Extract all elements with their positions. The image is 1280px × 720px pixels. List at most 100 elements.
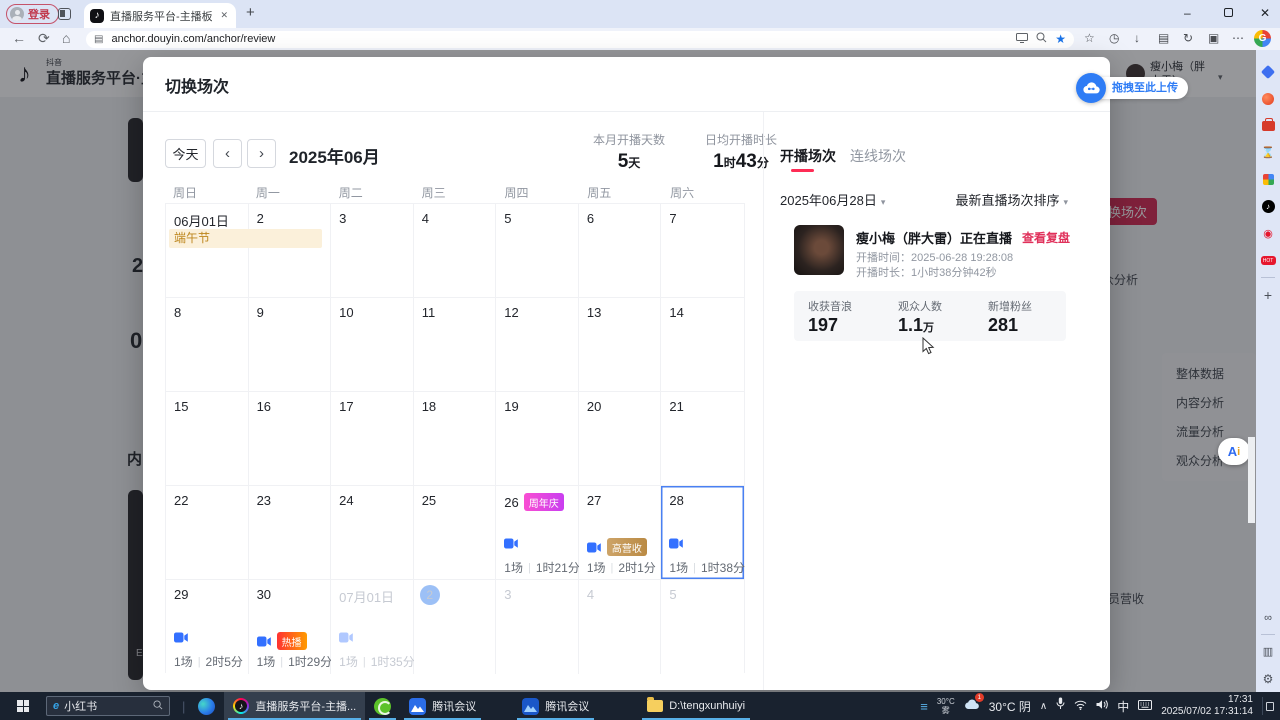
taskbar-search-input[interactable]: e 小红书 [46, 696, 170, 716]
browser-login-button[interactable]: 登录 [6, 4, 59, 24]
calendar-day-cell[interactable]: 5 [661, 580, 744, 674]
calendar-day-cell[interactable]: 5 [496, 204, 579, 298]
calendar-day-cell[interactable]: 16 [249, 392, 332, 486]
prev-month-button[interactable]: ‹ [213, 139, 242, 168]
address-bar[interactable]: ▤ anchor.douyin.com/anchor/review ★ [86, 31, 1074, 48]
weather-cloud-icon[interactable]: 1 [964, 697, 980, 715]
calendar-day-cell[interactable]: 11 [414, 298, 497, 392]
reading-list-icon[interactable]: ▤ [1158, 31, 1169, 45]
cast-icon[interactable] [1016, 33, 1028, 46]
calendar-day-cell[interactable]: 26周年庆1场|1时21分 [496, 486, 579, 580]
scrollbar-thumb[interactable] [1248, 437, 1255, 523]
workspace-icon[interactable]: ▣ [1208, 31, 1219, 45]
calendar-day-cell[interactable]: 4 [414, 204, 497, 298]
browser-tab[interactable]: ♪ 直播服务平台-主播板 ✕ [84, 3, 236, 28]
calendar-day-cell[interactable]: 6 [579, 204, 662, 298]
site-info-icon[interactable]: ▤ [94, 34, 103, 45]
settings-gear-icon[interactable]: ⚙ [1256, 665, 1280, 692]
calendar-day-cell[interactable]: 8 [166, 298, 249, 392]
calendar-day-cell[interactable]: 22 [166, 486, 249, 580]
new-tab-button[interactable]: + [246, 4, 255, 21]
calendar-day-cell[interactable]: 2 [249, 204, 332, 298]
url-text[interactable]: anchor.douyin.com/anchor/review [111, 33, 1008, 45]
taskbar-app-edge[interactable] [189, 692, 224, 720]
profile-avatar[interactable]: G [1254, 30, 1271, 47]
tag-icon[interactable] [1256, 58, 1280, 85]
calendar-day-cell[interactable]: 3 [496, 580, 579, 674]
calendar-day-cell[interactable]: 281场|1时38分 [661, 486, 744, 580]
calendar-day-cell[interactable]: 4 [579, 580, 662, 674]
calendar-day-cell[interactable]: 20 [579, 392, 662, 486]
favorites-icon[interactable]: ☆ [1084, 31, 1095, 45]
calendar-day-cell[interactable]: 30热播1场|1时29分 [249, 580, 332, 674]
calendar-day-cell[interactable]: 19 [496, 392, 579, 486]
home-icon[interactable]: ⌂ [62, 30, 70, 46]
calendar-day-cell[interactable]: 12 [496, 298, 579, 392]
back-icon[interactable]: ← [12, 30, 26, 46]
tab-live-sessions[interactable]: 开播场次 [780, 146, 836, 166]
calendar-day-cell[interactable]: 3 [331, 204, 414, 298]
calendar-day-cell[interactable]: 2 [414, 580, 497, 674]
wifi-icon[interactable] [1074, 697, 1087, 715]
calendar-day-cell[interactable]: 15 [166, 392, 249, 486]
glasses-icon[interactable]: ∞ [1256, 604, 1280, 631]
calendar-day-cell[interactable]: 06月01日端午节 [166, 204, 249, 298]
weather-main[interactable]: 30°C 阴 [989, 698, 1031, 715]
bookmark-star-icon[interactable]: ★ [1055, 32, 1066, 46]
window-restore-button[interactable] [1224, 8, 1233, 17]
date-filter-dropdown[interactable]: 2025年06月28日▾ [780, 190, 885, 209]
calendar-day-cell[interactable]: 14 [661, 298, 744, 392]
toolbox-icon[interactable] [1256, 112, 1280, 139]
tab-close-icon[interactable]: ✕ [218, 8, 230, 23]
hourglass-icon[interactable]: ⌛ [1256, 139, 1280, 166]
sync-icon[interactable]: ↻ [1183, 31, 1193, 45]
window-minimize-button[interactable]: – [1184, 6, 1191, 20]
apps-grid-icon[interactable] [1256, 166, 1280, 193]
tab-group-icon[interactable] [58, 8, 71, 20]
calendar-day-cell[interactable]: 17 [331, 392, 414, 486]
tray-menu-icon[interactable]: ≡ [920, 699, 928, 714]
history-icon[interactable]: ◷ [1109, 31, 1119, 45]
calendar-day-cell[interactable]: 10 [331, 298, 414, 392]
today-button[interactable]: 今天 [165, 139, 206, 168]
calendar-day-cell[interactable]: 23 [249, 486, 332, 580]
red-pill-icon[interactable]: HOT [1256, 247, 1280, 274]
start-button[interactable] [0, 692, 46, 720]
taskbar-app-live-platform[interactable]: 直播服务平台-主播... [224, 692, 365, 720]
calendar-day-cell[interactable]: 25 [414, 486, 497, 580]
calendar-day-cell[interactable]: 9 [249, 298, 332, 392]
view-replay-link[interactable]: 查看复盘 [1022, 229, 1070, 246]
keyboard-icon[interactable] [1138, 697, 1152, 715]
add-shortcut-icon[interactable]: + [1256, 281, 1280, 308]
weibo-icon[interactable]: ◉ [1256, 220, 1280, 247]
zoom-icon[interactable] [1036, 32, 1047, 46]
tiktok-icon[interactable]: ♪ [1256, 193, 1280, 220]
calendar-day-cell[interactable]: 27高营收1场|2时1分 [579, 486, 662, 580]
calendar-day-cell[interactable]: 13 [579, 298, 662, 392]
taskbar-app-green[interactable] [365, 692, 400, 720]
next-month-button[interactable]: › [247, 139, 276, 168]
calendar-day-cell[interactable]: 7 [661, 204, 744, 298]
microphone-icon[interactable] [1056, 697, 1065, 715]
notification-center-button[interactable] [1262, 697, 1276, 715]
speaker-icon[interactable] [1096, 697, 1108, 715]
refresh-icon[interactable]: ⟳ [38, 30, 50, 47]
calendar-day-cell[interactable]: 18 [414, 392, 497, 486]
tray-expand-icon[interactable]: ∧ [1040, 701, 1047, 712]
ai-assistant-button[interactable]: Ai [1218, 438, 1250, 465]
taskbar-clock[interactable]: 17:312025/07/02 17:31:14 [1161, 694, 1253, 718]
taskbar-app-folder[interactable]: D:\tengxunhuiyi [638, 692, 754, 720]
calendar-day-cell[interactable]: 24 [331, 486, 414, 580]
more-menu-icon[interactable]: ⋯ [1232, 31, 1244, 45]
panel-toggle-icon[interactable]: ▥ [1256, 638, 1280, 665]
calendar-day-cell[interactable]: 21 [661, 392, 744, 486]
calendar-day-cell[interactable]: 291场|2时5分 [166, 580, 249, 674]
sort-dropdown[interactable]: 最新直播场次排序▾ [955, 190, 1068, 209]
taskbar-app-tencent-meeting-2[interactable]: 腾讯会议 [513, 692, 598, 720]
powerpoint-icon[interactable] [1256, 85, 1280, 112]
taskbar-app-tencent-meeting[interactable]: 腾讯会议 [400, 692, 485, 720]
window-close-button[interactable]: ✕ [1260, 6, 1270, 20]
tab-link-sessions[interactable]: 连线场次 [850, 146, 906, 166]
input-language-indicator[interactable]: 中 [1117, 698, 1129, 715]
downloads-icon[interactable]: ↓ [1134, 31, 1140, 45]
